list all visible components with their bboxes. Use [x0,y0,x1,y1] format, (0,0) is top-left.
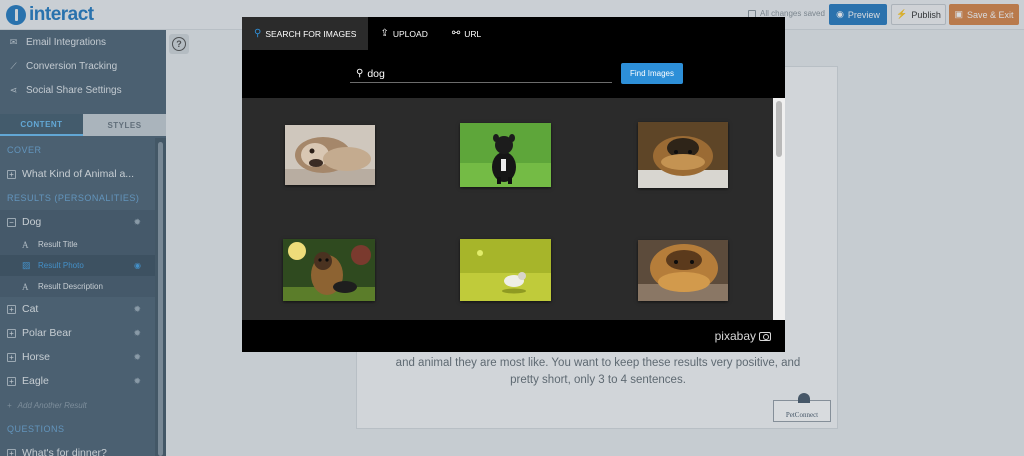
search-icon: ⚲ [356,68,364,79]
tab-label: URL [464,28,482,39]
image-result-5[interactable] [460,239,551,301]
image-result-1[interactable] [285,125,375,185]
tab-search-images[interactable]: ⚲ SEARCH FOR IMAGES [242,17,369,50]
upload-icon: ⇪ [380,28,389,39]
image-picker-modal: ⚲ SEARCH FOR IMAGES ⇪ UPLOAD ⚯ URL ⚲ Fin… [242,17,785,352]
tab-upload[interactable]: ⇪ UPLOAD [368,17,439,50]
image-results-grid [242,98,785,320]
results-scrollbar-thumb[interactable] [776,101,782,157]
camera-icon [759,331,771,341]
pixabay-logo: pixabay [715,329,771,343]
search-icon: ⚲ [254,28,262,39]
link-icon: ⚯ [451,28,461,39]
image-result-6[interactable] [638,240,728,301]
image-result-4[interactable] [283,239,375,301]
image-result-2[interactable] [460,123,551,187]
image-result-3[interactable] [638,122,728,188]
image-search-field: ⚲ [350,65,612,83]
tab-label: SEARCH FOR IMAGES [265,28,357,39]
pixabay-text: pixabay [714,329,756,343]
tab-url[interactable]: ⚯ URL [440,17,493,50]
find-images-button[interactable]: Find Images [621,63,683,84]
tab-label: UPLOAD [392,28,428,39]
image-search-input[interactable] [367,67,598,80]
modal-tabs: ⚲ SEARCH FOR IMAGES ⇪ UPLOAD ⚯ URL [242,17,493,50]
